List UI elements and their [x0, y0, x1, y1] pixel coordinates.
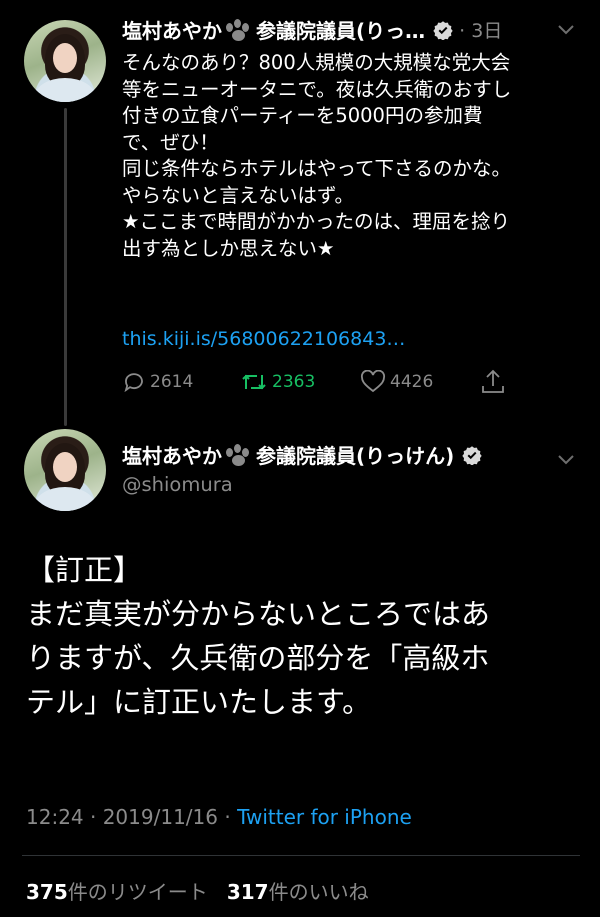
- retweet-button[interactable]: 2363: [240, 370, 315, 394]
- share-button[interactable]: [480, 368, 510, 396]
- chevron-down-icon[interactable]: [556, 22, 576, 36]
- tweet2-header: 塩村あやか 参議院議員(りっけん): [122, 440, 482, 469]
- share-icon: [482, 369, 504, 393]
- tweet1-header: 塩村あやか 参議院議員(りっ… · 3日: [122, 15, 502, 44]
- heart-icon: [361, 370, 385, 393]
- retweet-count: 2363: [272, 372, 316, 392]
- likes-stat[interactable]: 317件のいいね: [227, 880, 369, 904]
- tweet-source-link[interactable]: Twitter for iPhone: [237, 805, 412, 829]
- retweets-label: 件のリツイート: [67, 880, 208, 904]
- user-handle[interactable]: @shiomura: [122, 473, 233, 496]
- verified-badge-icon: [462, 445, 482, 465]
- tweet-time[interactable]: · 3日: [459, 16, 502, 43]
- paw-emoji-icon: [224, 443, 254, 466]
- reply-count: 2614: [150, 372, 194, 392]
- retweet-icon: [242, 374, 266, 390]
- reply-button[interactable]: 2614: [122, 370, 193, 394]
- like-count: 4426: [390, 372, 434, 392]
- avatar-face: [53, 452, 77, 482]
- engagement-stats: 375件のリツイート 317件のいいね: [26, 876, 369, 905]
- like-button[interactable]: 4426: [360, 370, 433, 394]
- likes-total: 317: [226, 880, 269, 904]
- chevron-down-icon[interactable]: [556, 452, 576, 466]
- paw-emoji-icon: [224, 18, 254, 41]
- tweet-link[interactable]: this.kiji.is/56800622106843…: [122, 328, 405, 350]
- avatar-body: [34, 487, 96, 511]
- tweet-body: そんなのあり？800人規模の大規模な党大会 等をニューオータニで。夜は久兵衛のお…: [122, 51, 512, 260]
- tweet-time-value: 3日: [471, 20, 503, 42]
- divider: [22, 855, 580, 856]
- thread-connector: [64, 108, 67, 426]
- retweets-total: 375: [26, 880, 68, 904]
- retweets-stat[interactable]: 375件のリツイート: [26, 880, 208, 904]
- avatar[interactable]: [24, 429, 106, 511]
- tweet-body: 【訂正】 まだ真実が分からないところではあ りますが、久兵衛の部分を「高級ホ テ…: [26, 553, 491, 719]
- likes-label: 件のいいね: [268, 880, 369, 904]
- display-name-suffix[interactable]: 参議院議員(りっ…: [256, 15, 425, 44]
- reply-icon: [124, 373, 143, 393]
- verified-badge-icon: [433, 20, 453, 40]
- display-name[interactable]: 塩村あやか: [122, 440, 222, 469]
- tweet-actions: 2614 2363 4426: [122, 368, 522, 396]
- display-name[interactable]: 塩村あやか: [122, 15, 222, 44]
- tweet-timestamp: 12:24 · 2019/11/16 ·: [26, 805, 238, 829]
- avatar[interactable]: [24, 20, 106, 102]
- display-name-suffix[interactable]: 参議院議員(りっけん): [256, 440, 454, 469]
- tweet-metadata: 12:24 · 2019/11/16 · Twitter for iPhone: [26, 805, 412, 829]
- avatar-body: [34, 78, 96, 102]
- avatar-face: [53, 43, 77, 73]
